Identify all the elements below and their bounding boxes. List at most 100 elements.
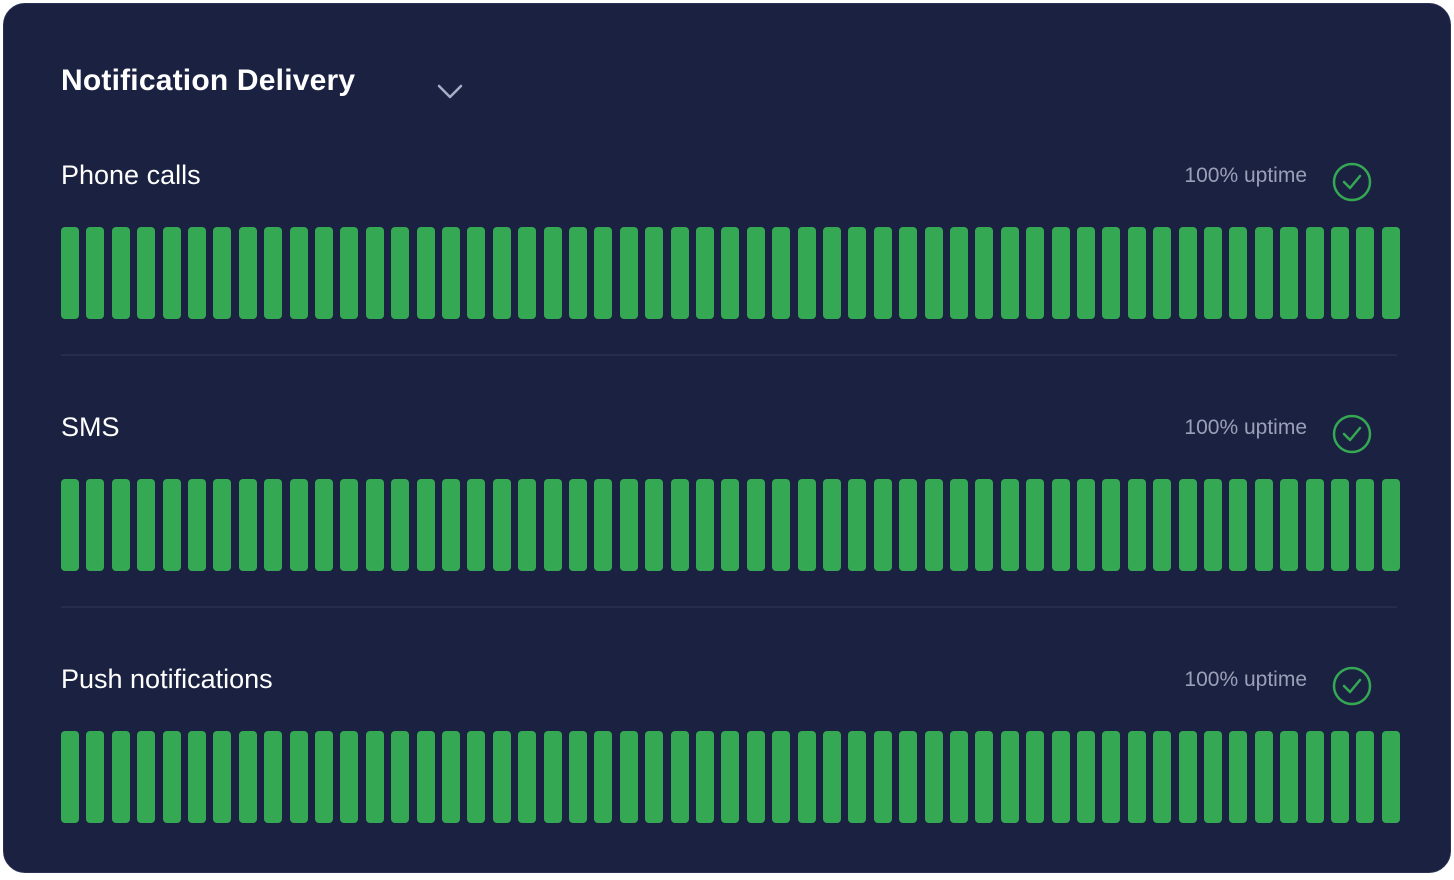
- uptime-bar[interactable]: [772, 479, 791, 571]
- uptime-bar[interactable]: [264, 731, 283, 823]
- uptime-bar[interactable]: [619, 227, 638, 319]
- uptime-bar[interactable]: [746, 479, 765, 571]
- uptime-bar[interactable]: [543, 227, 562, 319]
- uptime-bar[interactable]: [1127, 227, 1146, 319]
- uptime-bar[interactable]: [924, 731, 943, 823]
- uptime-bar[interactable]: [213, 479, 232, 571]
- uptime-bar[interactable]: [467, 731, 486, 823]
- uptime-bar[interactable]: [1026, 731, 1045, 823]
- uptime-bar[interactable]: [772, 731, 791, 823]
- uptime-bar[interactable]: [1026, 479, 1045, 571]
- uptime-bar[interactable]: [950, 479, 968, 571]
- uptime-bar[interactable]: [1280, 227, 1299, 319]
- uptime-bar[interactable]: [543, 731, 562, 823]
- uptime-bar[interactable]: [442, 479, 460, 571]
- uptime-bar[interactable]: [1000, 227, 1019, 319]
- uptime-bar[interactable]: [238, 227, 257, 319]
- uptime-bar[interactable]: [823, 731, 841, 823]
- uptime-bar[interactable]: [391, 479, 410, 571]
- uptime-bar[interactable]: [340, 479, 359, 571]
- uptime-bar[interactable]: [1051, 479, 1070, 571]
- uptime-bar[interactable]: [1102, 479, 1121, 571]
- uptime-bar[interactable]: [492, 227, 511, 319]
- uptime-bar[interactable]: [238, 731, 257, 823]
- uptime-bar[interactable]: [442, 227, 460, 319]
- uptime-bar[interactable]: [1356, 731, 1375, 823]
- uptime-bar[interactable]: [1254, 479, 1273, 571]
- uptime-bar[interactable]: [518, 479, 537, 571]
- uptime-bar[interactable]: [365, 479, 384, 571]
- uptime-bar[interactable]: [569, 227, 587, 319]
- uptime-bar[interactable]: [1229, 227, 1248, 319]
- uptime-bar[interactable]: [86, 227, 105, 319]
- uptime-bar[interactable]: [873, 227, 892, 319]
- uptime-bar[interactable]: [1356, 479, 1375, 571]
- uptime-bar[interactable]: [1280, 731, 1299, 823]
- uptime-bar[interactable]: [365, 227, 384, 319]
- uptime-bar[interactable]: [823, 227, 841, 319]
- uptime-bar[interactable]: [61, 479, 79, 571]
- uptime-bar[interactable]: [188, 479, 206, 571]
- uptime-bar[interactable]: [1127, 479, 1146, 571]
- uptime-bar[interactable]: [137, 731, 156, 823]
- uptime-bar[interactable]: [289, 731, 308, 823]
- uptime-bar[interactable]: [86, 479, 105, 571]
- uptime-bar[interactable]: [86, 731, 105, 823]
- uptime-bar[interactable]: [340, 731, 359, 823]
- uptime-bar[interactable]: [416, 479, 435, 571]
- uptime-bar[interactable]: [289, 479, 308, 571]
- uptime-bar[interactable]: [1000, 731, 1019, 823]
- uptime-bar[interactable]: [111, 731, 130, 823]
- uptime-bar[interactable]: [975, 731, 994, 823]
- uptime-bar[interactable]: [1305, 227, 1324, 319]
- uptime-bar[interactable]: [1254, 227, 1273, 319]
- uptime-bar[interactable]: [645, 227, 664, 319]
- uptime-bar[interactable]: [1254, 731, 1273, 823]
- uptime-bar[interactable]: [899, 731, 918, 823]
- uptime-bar[interactable]: [467, 227, 486, 319]
- uptime-bar[interactable]: [721, 227, 740, 319]
- uptime-bar[interactable]: [1102, 227, 1121, 319]
- uptime-bar[interactable]: [492, 479, 511, 571]
- uptime-bar[interactable]: [416, 731, 435, 823]
- uptime-bar[interactable]: [416, 227, 435, 319]
- uptime-bar[interactable]: [899, 479, 918, 571]
- uptime-bar[interactable]: [746, 227, 765, 319]
- uptime-bar[interactable]: [61, 731, 79, 823]
- uptime-bar[interactable]: [365, 731, 384, 823]
- uptime-bar[interactable]: [1153, 227, 1172, 319]
- uptime-bar[interactable]: [162, 479, 181, 571]
- uptime-bar[interactable]: [670, 731, 689, 823]
- uptime-bar[interactable]: [315, 227, 333, 319]
- uptime-bar[interactable]: [1381, 731, 1400, 823]
- uptime-bar[interactable]: [848, 227, 867, 319]
- uptime-bar[interactable]: [619, 731, 638, 823]
- uptime-bar[interactable]: [1178, 227, 1197, 319]
- uptime-bar[interactable]: [340, 227, 359, 319]
- uptime-bar[interactable]: [645, 731, 664, 823]
- uptime-bar[interactable]: [137, 227, 156, 319]
- uptime-bar[interactable]: [569, 479, 587, 571]
- uptime-bar[interactable]: [670, 227, 689, 319]
- uptime-bar[interactable]: [1077, 227, 1095, 319]
- uptime-bar[interactable]: [772, 227, 791, 319]
- uptime-bar[interactable]: [188, 227, 206, 319]
- uptime-bar[interactable]: [670, 479, 689, 571]
- uptime-bar[interactable]: [950, 227, 968, 319]
- uptime-bar[interactable]: [1153, 731, 1172, 823]
- uptime-bar[interactable]: [1000, 479, 1019, 571]
- uptime-bar[interactable]: [1127, 731, 1146, 823]
- uptime-bar[interactable]: [543, 479, 562, 571]
- uptime-bar[interactable]: [391, 731, 410, 823]
- uptime-bar[interactable]: [162, 227, 181, 319]
- uptime-bar[interactable]: [315, 731, 333, 823]
- uptime-bar[interactable]: [1051, 227, 1070, 319]
- uptime-bar[interactable]: [1381, 479, 1400, 571]
- uptime-bar[interactable]: [594, 227, 613, 319]
- uptime-bar[interactable]: [1077, 731, 1095, 823]
- chevron-down-icon[interactable]: [434, 80, 466, 102]
- uptime-bar[interactable]: [899, 227, 918, 319]
- uptime-bar[interactable]: [1331, 479, 1349, 571]
- uptime-bar[interactable]: [1331, 731, 1349, 823]
- uptime-bar[interactable]: [1381, 227, 1400, 319]
